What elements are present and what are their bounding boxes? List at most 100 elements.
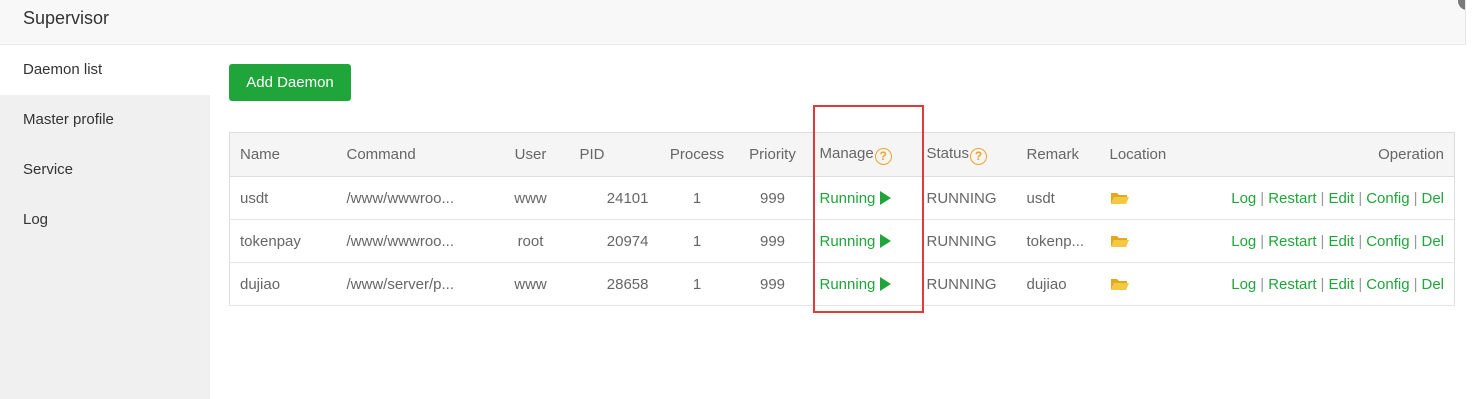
del-link[interactable]: Del <box>1421 190 1444 207</box>
header-priority: Priority <box>735 132 810 177</box>
table-row: dujiao /www/server/p... www 28658 1 999 … <box>229 262 1455 306</box>
add-daemon-button[interactable]: Add Daemon <box>229 64 351 101</box>
cell-user: root <box>491 219 570 263</box>
separator: | <box>1358 232 1363 250</box>
help-icon[interactable]: ? <box>874 147 892 165</box>
sidebar: Daemon list Master profile Service Log <box>0 45 210 399</box>
separator: | <box>1358 189 1363 207</box>
edit-link[interactable]: Edit <box>1328 190 1354 207</box>
sidebar-item-master-profile[interactable]: Master profile <box>0 95 210 145</box>
separator: | <box>1413 232 1418 250</box>
cell-pid: 24101 <box>569 176 659 220</box>
cell-name: usdt <box>229 176 337 220</box>
cell-command: /www/wwwroo... <box>336 176 492 220</box>
header-user: User <box>491 132 570 177</box>
cell-pid: 20974 <box>569 219 659 263</box>
separator: | <box>1260 189 1265 207</box>
header-status: Status? <box>916 132 1017 177</box>
header-manage: Manage? <box>809 132 917 177</box>
sidebar-item-service[interactable]: Service <box>0 145 210 195</box>
table-row: usdt /www/wwwroo... www 24101 1 999 Runn… <box>229 176 1455 220</box>
header-process: Process <box>658 132 736 177</box>
cell-status: RUNNING <box>916 176 1017 220</box>
cell-manage: Running <box>809 176 917 220</box>
cell-remark: usdt <box>1016 176 1100 220</box>
cell-priority: 999 <box>735 219 810 263</box>
manage-label: Running <box>819 275 876 293</box>
header-location: Location <box>1099 132 1190 177</box>
sidebar-item-daemon-list[interactable]: Daemon list <box>0 45 210 95</box>
cell-manage: Running <box>809 262 917 306</box>
log-link[interactable]: Log <box>1231 190 1256 207</box>
cell-remark: tokenp... <box>1016 219 1100 263</box>
cell-process: 1 <box>658 262 736 306</box>
manage-label: Running <box>819 189 876 207</box>
header-pid: PID <box>569 132 659 177</box>
separator: | <box>1260 232 1265 250</box>
cell-name: tokenpay <box>229 219 337 263</box>
cell-command: /www/server/p... <box>336 262 492 306</box>
restart-link[interactable]: Restart <box>1268 190 1316 207</box>
header-remark: Remark <box>1016 132 1100 177</box>
supervisor-window: Supervisor Daemon list Master profile Se… <box>0 0 1474 399</box>
restart-link[interactable]: Restart <box>1268 276 1316 293</box>
separator: | <box>1413 189 1418 207</box>
cell-process: 1 <box>658 176 736 220</box>
cell-operation: Log | Restart | Edit | Config | Del <box>1189 262 1455 306</box>
daemon-table: Name Command User PID Process Priority M… <box>229 132 1455 306</box>
cell-location <box>1099 219 1190 263</box>
window-title: Supervisor <box>23 8 110 28</box>
help-icon[interactable]: ? <box>970 147 988 165</box>
table-header-row: Name Command User PID Process Priority M… <box>229 132 1455 177</box>
header-manage-label: Manage <box>819 144 874 162</box>
cell-user: www <box>491 262 570 306</box>
folder-icon[interactable] <box>1110 234 1130 248</box>
del-link[interactable]: Del <box>1421 233 1444 250</box>
edit-link[interactable]: Edit <box>1328 276 1354 293</box>
separator: | <box>1320 189 1325 207</box>
cell-operation: Log | Restart | Edit | Config | Del <box>1189 176 1455 220</box>
cell-operation: Log | Restart | Edit | Config | Del <box>1189 219 1455 263</box>
restart-link[interactable]: Restart <box>1268 233 1316 250</box>
folder-icon[interactable] <box>1110 277 1130 291</box>
edit-link[interactable]: Edit <box>1328 233 1354 250</box>
play-icon <box>880 190 892 205</box>
config-link[interactable]: Config <box>1366 190 1409 207</box>
manage-running-toggle[interactable]: Running <box>820 190 892 207</box>
play-icon <box>880 233 892 248</box>
window-edge <box>1465 0 1474 399</box>
manage-running-toggle[interactable]: Running <box>820 233 892 250</box>
title-bar: Supervisor <box>0 0 1466 45</box>
main-content: Add Daemon Name Command User PID Process… <box>210 45 1466 399</box>
header-command: Command <box>336 132 492 177</box>
del-link[interactable]: Del <box>1421 276 1444 293</box>
log-link[interactable]: Log <box>1231 276 1256 293</box>
separator: | <box>1260 275 1265 293</box>
cell-status: RUNNING <box>916 219 1017 263</box>
table-row: tokenpay /www/wwwroo... root 20974 1 999… <box>229 219 1455 263</box>
folder-icon[interactable] <box>1110 191 1130 205</box>
cell-priority: 999 <box>735 262 810 306</box>
header-name: Name <box>229 132 337 177</box>
config-link[interactable]: Config <box>1366 276 1409 293</box>
manage-running-toggle[interactable]: Running <box>820 276 892 293</box>
header-status-label: Status <box>926 144 970 162</box>
cell-name: dujiao <box>229 262 337 306</box>
cell-priority: 999 <box>735 176 810 220</box>
cell-location <box>1099 262 1190 306</box>
cell-process: 1 <box>658 219 736 263</box>
config-link[interactable]: Config <box>1366 233 1409 250</box>
cell-status: RUNNING <box>916 262 1017 306</box>
cell-remark: dujiao <box>1016 262 1100 306</box>
cell-location <box>1099 176 1190 220</box>
cell-user: www <box>491 176 570 220</box>
separator: | <box>1413 275 1418 293</box>
separator: | <box>1320 275 1325 293</box>
cell-pid: 28658 <box>569 262 659 306</box>
manage-label: Running <box>819 232 876 250</box>
cell-manage: Running <box>809 219 917 263</box>
separator: | <box>1358 275 1363 293</box>
sidebar-item-log[interactable]: Log <box>0 195 210 245</box>
cell-command: /www/wwwroo... <box>336 219 492 263</box>
log-link[interactable]: Log <box>1231 233 1256 250</box>
